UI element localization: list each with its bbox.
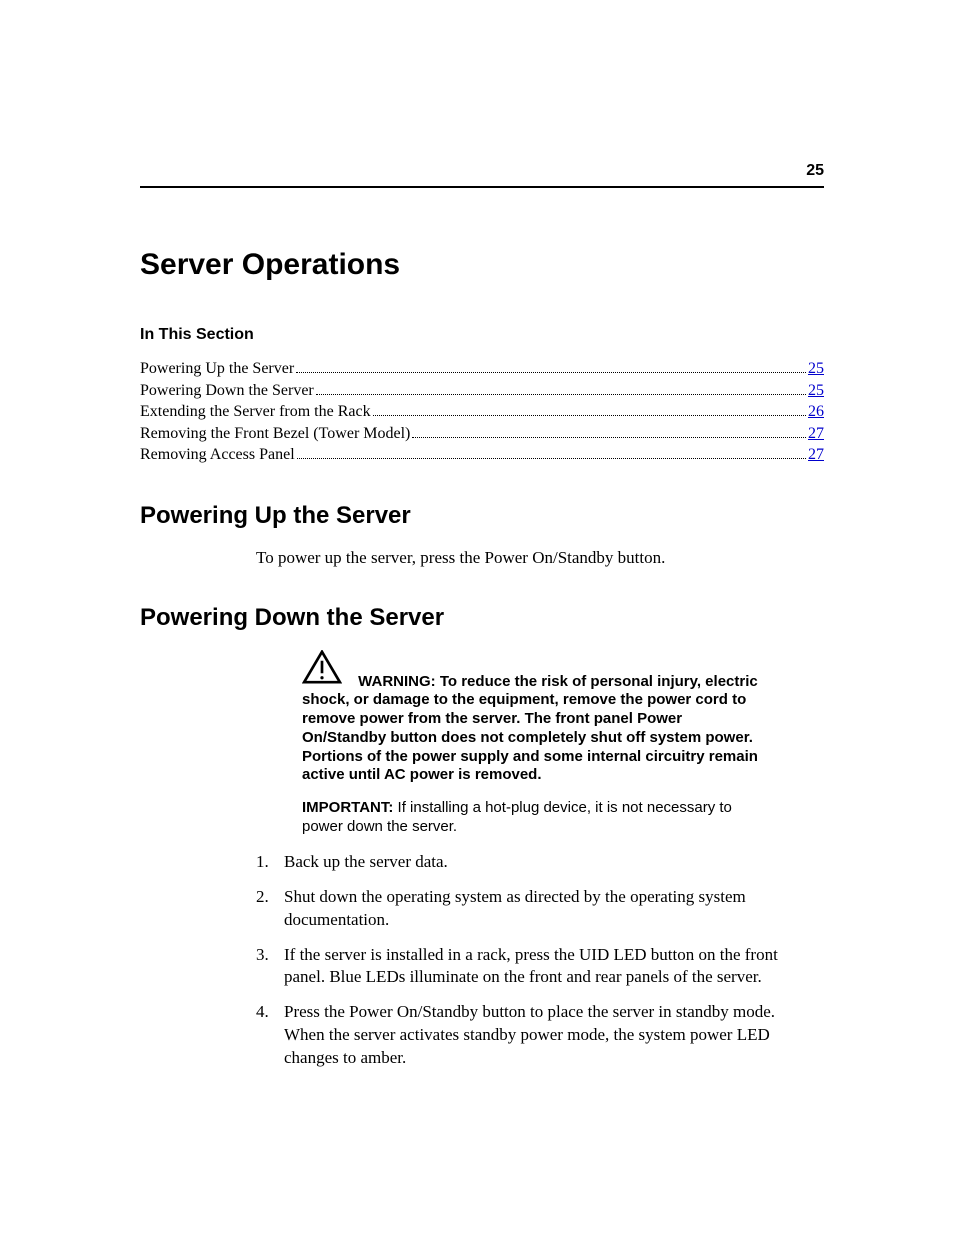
toc-page-link[interactable]: 25 (808, 358, 824, 380)
toc-row: Powering Down the Server 25 (140, 380, 824, 402)
warning-label: WARNING: (358, 673, 440, 690)
toc-item-title: Powering Down the Server (140, 380, 314, 402)
toc-page-link[interactable]: 27 (808, 444, 824, 466)
section-heading-power-up: Powering Up the Server (140, 502, 824, 530)
toc-row: Extending the Server from the Rack 26 (140, 401, 824, 423)
list-number: 1. (256, 851, 284, 874)
list-item: 1.Back up the server data. (256, 851, 804, 874)
toc-leader-dots (316, 394, 806, 395)
list-number: 4. (256, 1001, 284, 1070)
toc-page-link[interactable]: 25 (808, 380, 824, 402)
toc-row: Removing the Front Bezel (Tower Model) 2… (140, 423, 824, 445)
toc-row: Powering Up the Server 25 (140, 358, 824, 380)
toc-leader-dots (373, 415, 806, 416)
list-text: Shut down the operating system as direct… (284, 886, 804, 932)
page-title: Server Operations (140, 248, 824, 282)
table-of-contents: Powering Up the Server 25 Powering Down … (140, 358, 824, 466)
list-text: Back up the server data. (284, 851, 804, 874)
list-item: 4.Press the Power On/Standby button to p… (256, 1001, 804, 1070)
in-this-section-label: In This Section (140, 326, 824, 344)
page-number: 25 (806, 162, 824, 180)
list-number: 3. (256, 944, 284, 990)
toc-page-link[interactable]: 26 (808, 401, 824, 423)
list-text: If the server is installed in a rack, pr… (284, 944, 804, 990)
toc-item-title: Removing Access Panel (140, 444, 295, 466)
toc-item-title: Extending the Server from the Rack (140, 401, 371, 423)
important-note: IMPORTANT: If installing a hot-plug devi… (302, 799, 764, 837)
list-item: 2.Shut down the operating system as dire… (256, 886, 804, 932)
toc-leader-dots (297, 458, 806, 459)
toc-item-title: Removing the Front Bezel (Tower Model) (140, 423, 410, 445)
toc-page-link[interactable]: 27 (808, 423, 824, 445)
warning-triangle-icon (302, 650, 342, 690)
list-item: 3.If the server is installed in a rack, … (256, 944, 804, 990)
section1-body: To power up the server, press the Power … (256, 548, 814, 568)
toc-row: Removing Access Panel 27 (140, 444, 824, 466)
warning-note: WARNING: To reduce the risk of personal … (302, 650, 764, 785)
toc-leader-dots (412, 437, 806, 438)
section-heading-power-down: Powering Down the Server (140, 604, 824, 632)
toc-leader-dots (296, 372, 806, 373)
list-number: 2. (256, 886, 284, 932)
toc-item-title: Powering Up the Server (140, 358, 294, 380)
important-label: IMPORTANT: (302, 799, 398, 816)
header-rule (140, 186, 824, 188)
ordered-steps: 1.Back up the server data. 2.Shut down t… (256, 851, 804, 1071)
list-text: Press the Power On/Standby button to pla… (284, 1001, 804, 1070)
